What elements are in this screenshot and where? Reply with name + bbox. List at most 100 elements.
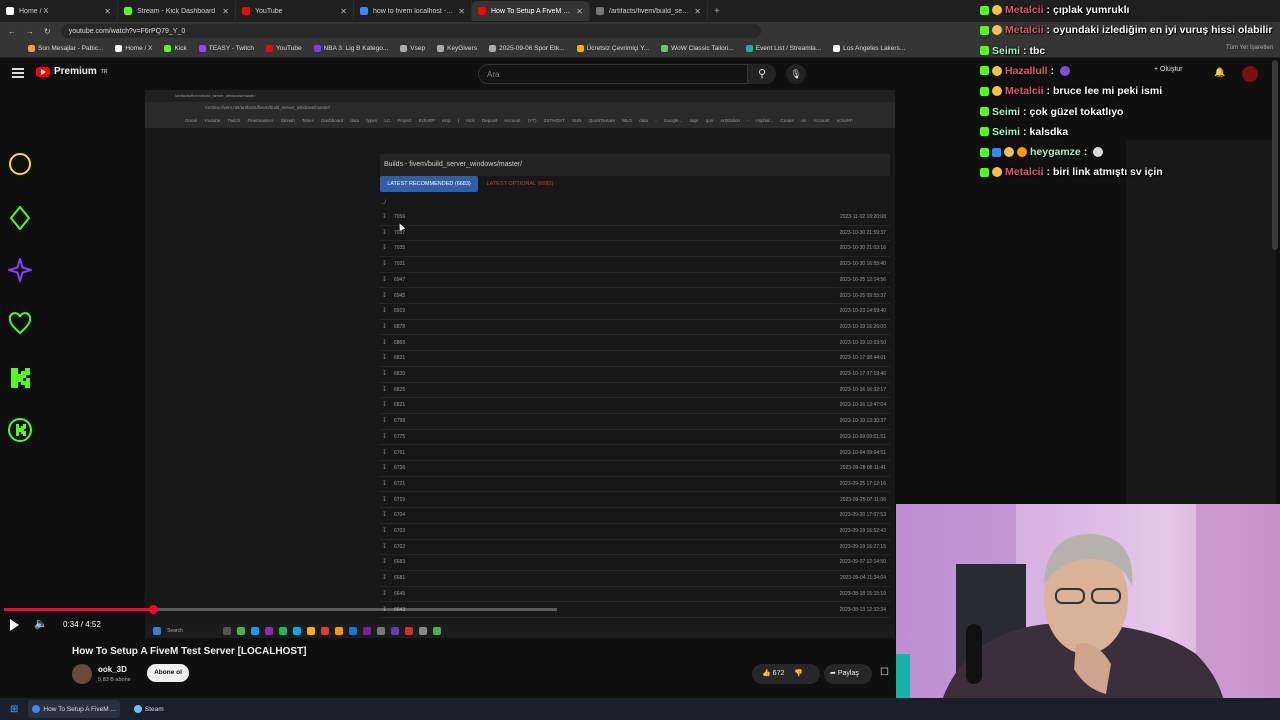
build-number[interactable]: 6868 — [394, 340, 405, 346]
bookmark-item[interactable]: Ücretsiz Çevrimiçi Y... — [576, 45, 649, 52]
close-icon[interactable]: ✕ — [576, 7, 583, 16]
chat-username[interactable]: heygamze — [1030, 146, 1081, 158]
build-number[interactable]: 7031 — [394, 261, 405, 267]
build-number[interactable]: 6719 — [394, 497, 405, 503]
bookmark-item[interactable]: Home / X — [115, 45, 152, 52]
progress-scrubber[interactable] — [149, 605, 158, 614]
chat-username[interactable]: Seimi — [992, 126, 1020, 138]
menu-icon[interactable] — [12, 68, 24, 78]
browser-tab[interactable]: Home / X ✕ — [0, 1, 118, 21]
build-number[interactable]: 6919 — [394, 308, 405, 314]
windows-start-icon[interactable]: ⊞ — [10, 704, 18, 715]
subscribe-button[interactable]: Abone ol — [147, 664, 189, 682]
chat-username[interactable]: Hazallull — [1005, 65, 1048, 77]
share-button[interactable]: ➦ Paylaş — [824, 664, 872, 684]
close-icon[interactable]: ✕ — [694, 7, 701, 16]
bookmark-item[interactable]: YouTube — [266, 45, 302, 52]
build-number[interactable]: 6761 — [394, 450, 405, 456]
browser-tab[interactable]: How To Setup A FiveM Test Serv ✕ — [472, 1, 590, 21]
build-number[interactable]: 6703 — [394, 528, 405, 534]
latest-recommended-button[interactable]: LATEST RECOMMENDED (6683) — [380, 176, 478, 192]
bookmark-item[interactable]: Event List / Streamla... — [745, 45, 821, 52]
build-row[interactable]: ↧ 6825 2023-10-16 16:32:17 — [380, 383, 890, 399]
build-number[interactable]: 6775 — [394, 434, 405, 440]
build-number[interactable]: 6736 — [394, 465, 405, 471]
url-bar[interactable]: youtube.com/watch?v=F6rPQ79_Y_0 — [60, 24, 761, 38]
build-row[interactable]: ↧ 6919 2023-10-23 14:59:40 — [380, 304, 890, 320]
build-number[interactable]: 6683 — [394, 559, 405, 565]
build-row[interactable]: ↧ 6736 2023-09-28 08:11:41 — [380, 461, 890, 477]
bookmark-item[interactable]: Kick — [164, 45, 187, 52]
save-icon[interactable]: ☐ — [880, 667, 889, 678]
browser-tab[interactable]: Stream - Kick Dashboard ✕ — [118, 1, 236, 21]
close-icon[interactable]: ✕ — [104, 7, 111, 16]
build-number[interactable]: 6721 — [394, 481, 405, 487]
taskbar-item-youtube[interactable]: How To Setup A FiveM ... — [28, 700, 120, 718]
chat-username[interactable]: Metalcii — [1005, 85, 1044, 97]
forward-icon[interactable]: → — [26, 27, 34, 36]
build-row[interactable]: ↧ 7035 2023-10-30 21:03:16 — [380, 241, 890, 257]
build-row[interactable]: ↧ 6719 2023-09-25 07:11:06 — [380, 493, 890, 509]
build-row[interactable]: ↧ 6775 2023-10-09 09:01:51 — [380, 430, 890, 446]
build-row[interactable]: ↧ 7037 2023-10-30 21:59:37 — [380, 226, 890, 242]
build-row[interactable]: ↧ 6798 2023-10-10 13:30:37 — [380, 414, 890, 430]
close-icon[interactable]: ✕ — [340, 7, 347, 16]
bookmark-item[interactable]: Vsep — [400, 45, 425, 52]
reload-icon[interactable]: ↻ — [44, 27, 51, 36]
chat-username[interactable]: Seimi — [992, 106, 1020, 118]
new-tab-icon[interactable]: + — [714, 6, 720, 17]
bookmark-item[interactable]: Los Angeles Lakers... — [833, 45, 905, 52]
chat-username[interactable]: Metalcii — [1005, 166, 1044, 178]
chat-username[interactable]: Seimi — [992, 45, 1020, 57]
build-number[interactable]: 6947 — [394, 277, 405, 283]
build-row[interactable]: ↧ 7056 2023-11-02 16:20:08 — [380, 210, 890, 226]
taskbar-item-steam[interactable]: Steam — [130, 700, 168, 718]
bookmark-item[interactable]: WoW Classic Tailori... — [661, 45, 734, 52]
channel-avatar[interactable] — [72, 664, 92, 684]
latest-optional-button[interactable]: LATEST OPTIONAL (6683) — [482, 176, 558, 192]
build-row[interactable]: ↧ 6702 2023-09-19 16:27:15 — [380, 540, 890, 556]
build-row[interactable]: ↧ 6761 2023-10-04 09:04:51 — [380, 446, 890, 462]
build-number[interactable]: 6702 — [394, 544, 405, 550]
like-icon[interactable]: 👍 — [762, 670, 771, 677]
browser-tab[interactable]: /artifacts/fivem/build_server_w ✕ — [590, 1, 708, 21]
parent-directory-link[interactable]: ../ — [381, 200, 386, 206]
build-row[interactable]: ↧ 6830 2023-10-17 07:19:46 — [380, 367, 890, 383]
back-icon[interactable]: ← — [8, 27, 16, 36]
chat-username[interactable]: Metalcii — [1005, 4, 1044, 16]
build-number[interactable]: 6945 — [394, 293, 405, 299]
build-row[interactable]: ↧ 6681 2023-09-04 11:34:04 — [380, 571, 890, 587]
bookmark-item[interactable]: TEASY - Twitch — [198, 45, 254, 52]
bookmark-item[interactable]: NBA 3. Lig B Katego... — [313, 45, 388, 52]
video-player[interactable]: /artifacts/fivem/build_server_windows/ma… — [145, 90, 895, 638]
build-number[interactable]: 7035 — [394, 245, 405, 251]
bookmark-item[interactable]: KeyGivers — [437, 45, 477, 52]
youtube-logo[interactable]: Premium TR — [36, 66, 107, 77]
browser-tab[interactable]: YouTube ✕ — [236, 1, 354, 21]
build-number[interactable]: 6645 — [394, 591, 405, 597]
browser-tab[interactable]: how to fivem localhost - Googl ✕ — [354, 1, 472, 21]
bookmark-item[interactable]: Son Mesajlar - Pabic... — [28, 45, 103, 52]
build-number[interactable]: 6830 — [394, 371, 405, 377]
play-icon[interactable] — [10, 619, 19, 631]
chat-username[interactable]: Metalcii — [1005, 24, 1044, 36]
build-number[interactable]: 6831 — [394, 355, 405, 361]
search-input[interactable]: Ara — [478, 64, 748, 84]
build-number[interactable]: 6798 — [394, 418, 405, 424]
build-number[interactable]: 6878 — [394, 324, 405, 330]
build-number[interactable]: 6681 — [394, 575, 405, 581]
build-row[interactable]: ↧ 6821 2023-10-16 13:47:04 — [380, 398, 890, 414]
volume-icon[interactable]: 🔈 — [34, 617, 48, 630]
build-number[interactable]: 6821 — [394, 402, 405, 408]
build-row[interactable]: ↧ 7031 2023-10-30 16:55:40 — [380, 257, 890, 273]
build-row[interactable]: ↧ 6947 2023-10-25 12:14:56 — [380, 273, 890, 289]
build-row[interactable]: ↧ 6945 2023-10-25 09:55:37 — [380, 289, 890, 305]
build-row[interactable]: ↧ 6868 2023-10-19 10:03:50 — [380, 336, 890, 352]
build-row[interactable]: ↧ 6878 2023-10-19 16:26:00 — [380, 320, 890, 336]
channel-name[interactable]: ook_3D — [98, 665, 127, 674]
build-number[interactable]: 6704 — [394, 512, 405, 518]
build-row[interactable]: ↧ 6721 2023-09-25 17:12:16 — [380, 477, 890, 493]
build-row[interactable]: ↧ 6704 2023-09-20 17:07:53 — [380, 508, 890, 524]
build-row[interactable]: ↧ 6831 2023-10-17 08:44:01 — [380, 351, 890, 367]
mic-icon[interactable]: 🎙 — [786, 64, 806, 84]
